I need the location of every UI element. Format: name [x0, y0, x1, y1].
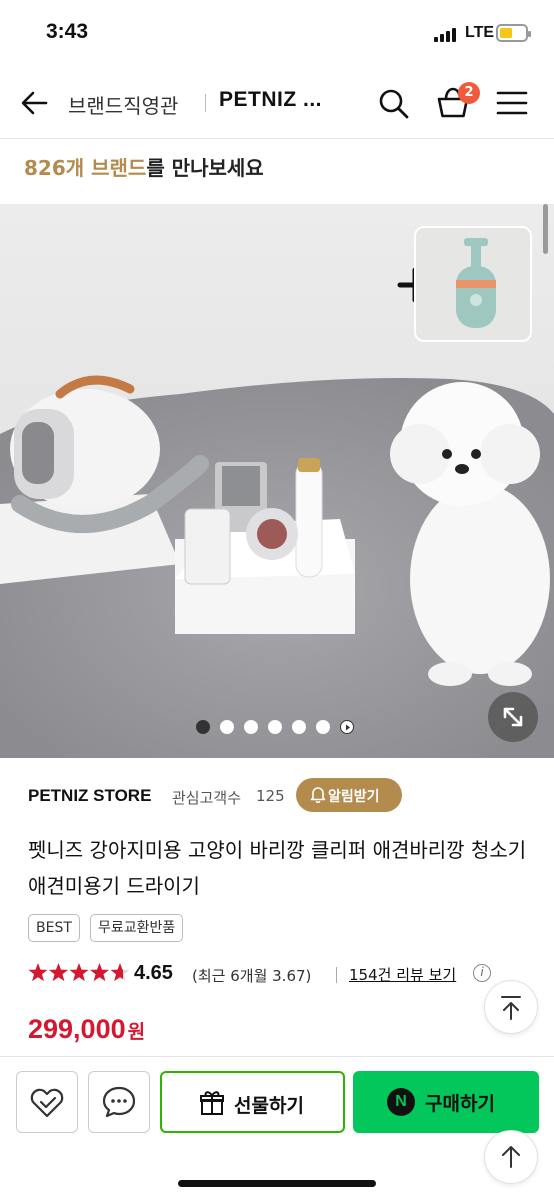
review-link[interactable]: 154건 리뷰 보기 [349, 964, 456, 985]
store-name[interactable]: PETNIZ STORE [28, 786, 151, 806]
status-bar: 3:43 LTE [0, 0, 554, 68]
scroll-top-button[interactable] [484, 980, 538, 1034]
gallery-dot[interactable] [220, 720, 234, 734]
rating-stars [28, 963, 130, 982]
gift-label: 선물하기 [234, 1095, 304, 1117]
gift-icon [200, 1091, 224, 1115]
followers-count: 125 [256, 787, 285, 805]
gallery-dot[interactable] [292, 720, 306, 734]
page-scrollbar[interactable] [543, 204, 548, 254]
addon-product-thumbnail[interactable] [414, 226, 532, 342]
gift-button[interactable]: 선물하기 [160, 1071, 345, 1133]
arrow-up-icon [501, 996, 521, 1020]
chat-bubble-icon [102, 1086, 136, 1118]
talk-button[interactable] [88, 1071, 150, 1133]
gallery-dot[interactable] [268, 720, 282, 734]
bell-icon [310, 787, 326, 803]
price-unit: 원 [127, 1021, 146, 1043]
cart-count-badge: 2 [458, 82, 480, 104]
battery-icon [496, 24, 531, 42]
promo-text: 를 만나보세요 [146, 156, 264, 180]
free-return-tag: 무료교환반품 [90, 914, 184, 942]
gallery-dot[interactable] [316, 720, 330, 734]
buy-button[interactable]: N 구매하기 [353, 1071, 539, 1133]
store-info-row: PETNIZ STORE 관심고객수 125 알림받기 [28, 778, 528, 812]
scroll-top-button-2[interactable] [484, 1130, 538, 1184]
price: 299,000 원 [28, 1014, 145, 1045]
star-icon [69, 963, 89, 982]
top-nav: 브랜드직영관 PETNIZ ... 2 [0, 68, 554, 139]
home-indicator [178, 1180, 376, 1187]
star-icon [110, 963, 130, 982]
gallery-dot[interactable] [244, 720, 258, 734]
video-play-icon[interactable] [340, 720, 354, 734]
promo-highlight: 826개 브랜드 [24, 156, 147, 180]
gallery-dot[interactable] [196, 720, 210, 734]
notify-label: 알림받기 [328, 789, 380, 805]
arrow-up-icon [502, 1146, 520, 1168]
followers-label: 관심고객수 [172, 789, 242, 807]
star-icon [48, 963, 69, 982]
rating-value: 4.65 [134, 962, 173, 984]
rating-row: 4.65 (최근 6개월 3.67) 154건 리뷰 보기 i [28, 962, 528, 986]
star-icon [89, 963, 110, 982]
store-title[interactable]: PETNIZ ... [219, 88, 322, 112]
status-time: 3:43 [46, 20, 89, 43]
hamburger-menu-icon[interactable] [496, 88, 528, 118]
product-title: 펫니즈 강아지미용 고양이 바리깡 클리퍼 애견바리깡 청소기 애견미용기 드라… [28, 838, 527, 898]
rating-divider [336, 967, 337, 983]
network-label: LTE [465, 24, 495, 41]
search-icon[interactable] [376, 86, 412, 122]
star-icon [28, 963, 48, 982]
notify-button[interactable]: 알림받기 [296, 778, 402, 812]
brand-direct-link[interactable]: 브랜드직영관 [68, 90, 178, 119]
expand-icon[interactable] [488, 692, 538, 742]
back-arrow-icon[interactable] [18, 86, 52, 120]
naver-pay-icon: N [387, 1088, 415, 1116]
info-icon[interactable]: i [473, 964, 491, 982]
wishlist-button[interactable] [16, 1071, 78, 1133]
best-tag: BEST [28, 914, 80, 942]
signal-icon [434, 26, 460, 42]
price-amount: 299,000 [28, 1014, 126, 1044]
nav-divider [205, 94, 206, 112]
brand-promo-banner[interactable]: 826개 브랜드를 만나보세요 [24, 152, 264, 181]
recent-rating: (최근 6개월 3.67) [192, 967, 312, 985]
cart-button[interactable]: 2 [434, 82, 480, 122]
heart-check-icon [30, 1088, 64, 1118]
buy-label: 구매하기 [425, 1093, 495, 1115]
